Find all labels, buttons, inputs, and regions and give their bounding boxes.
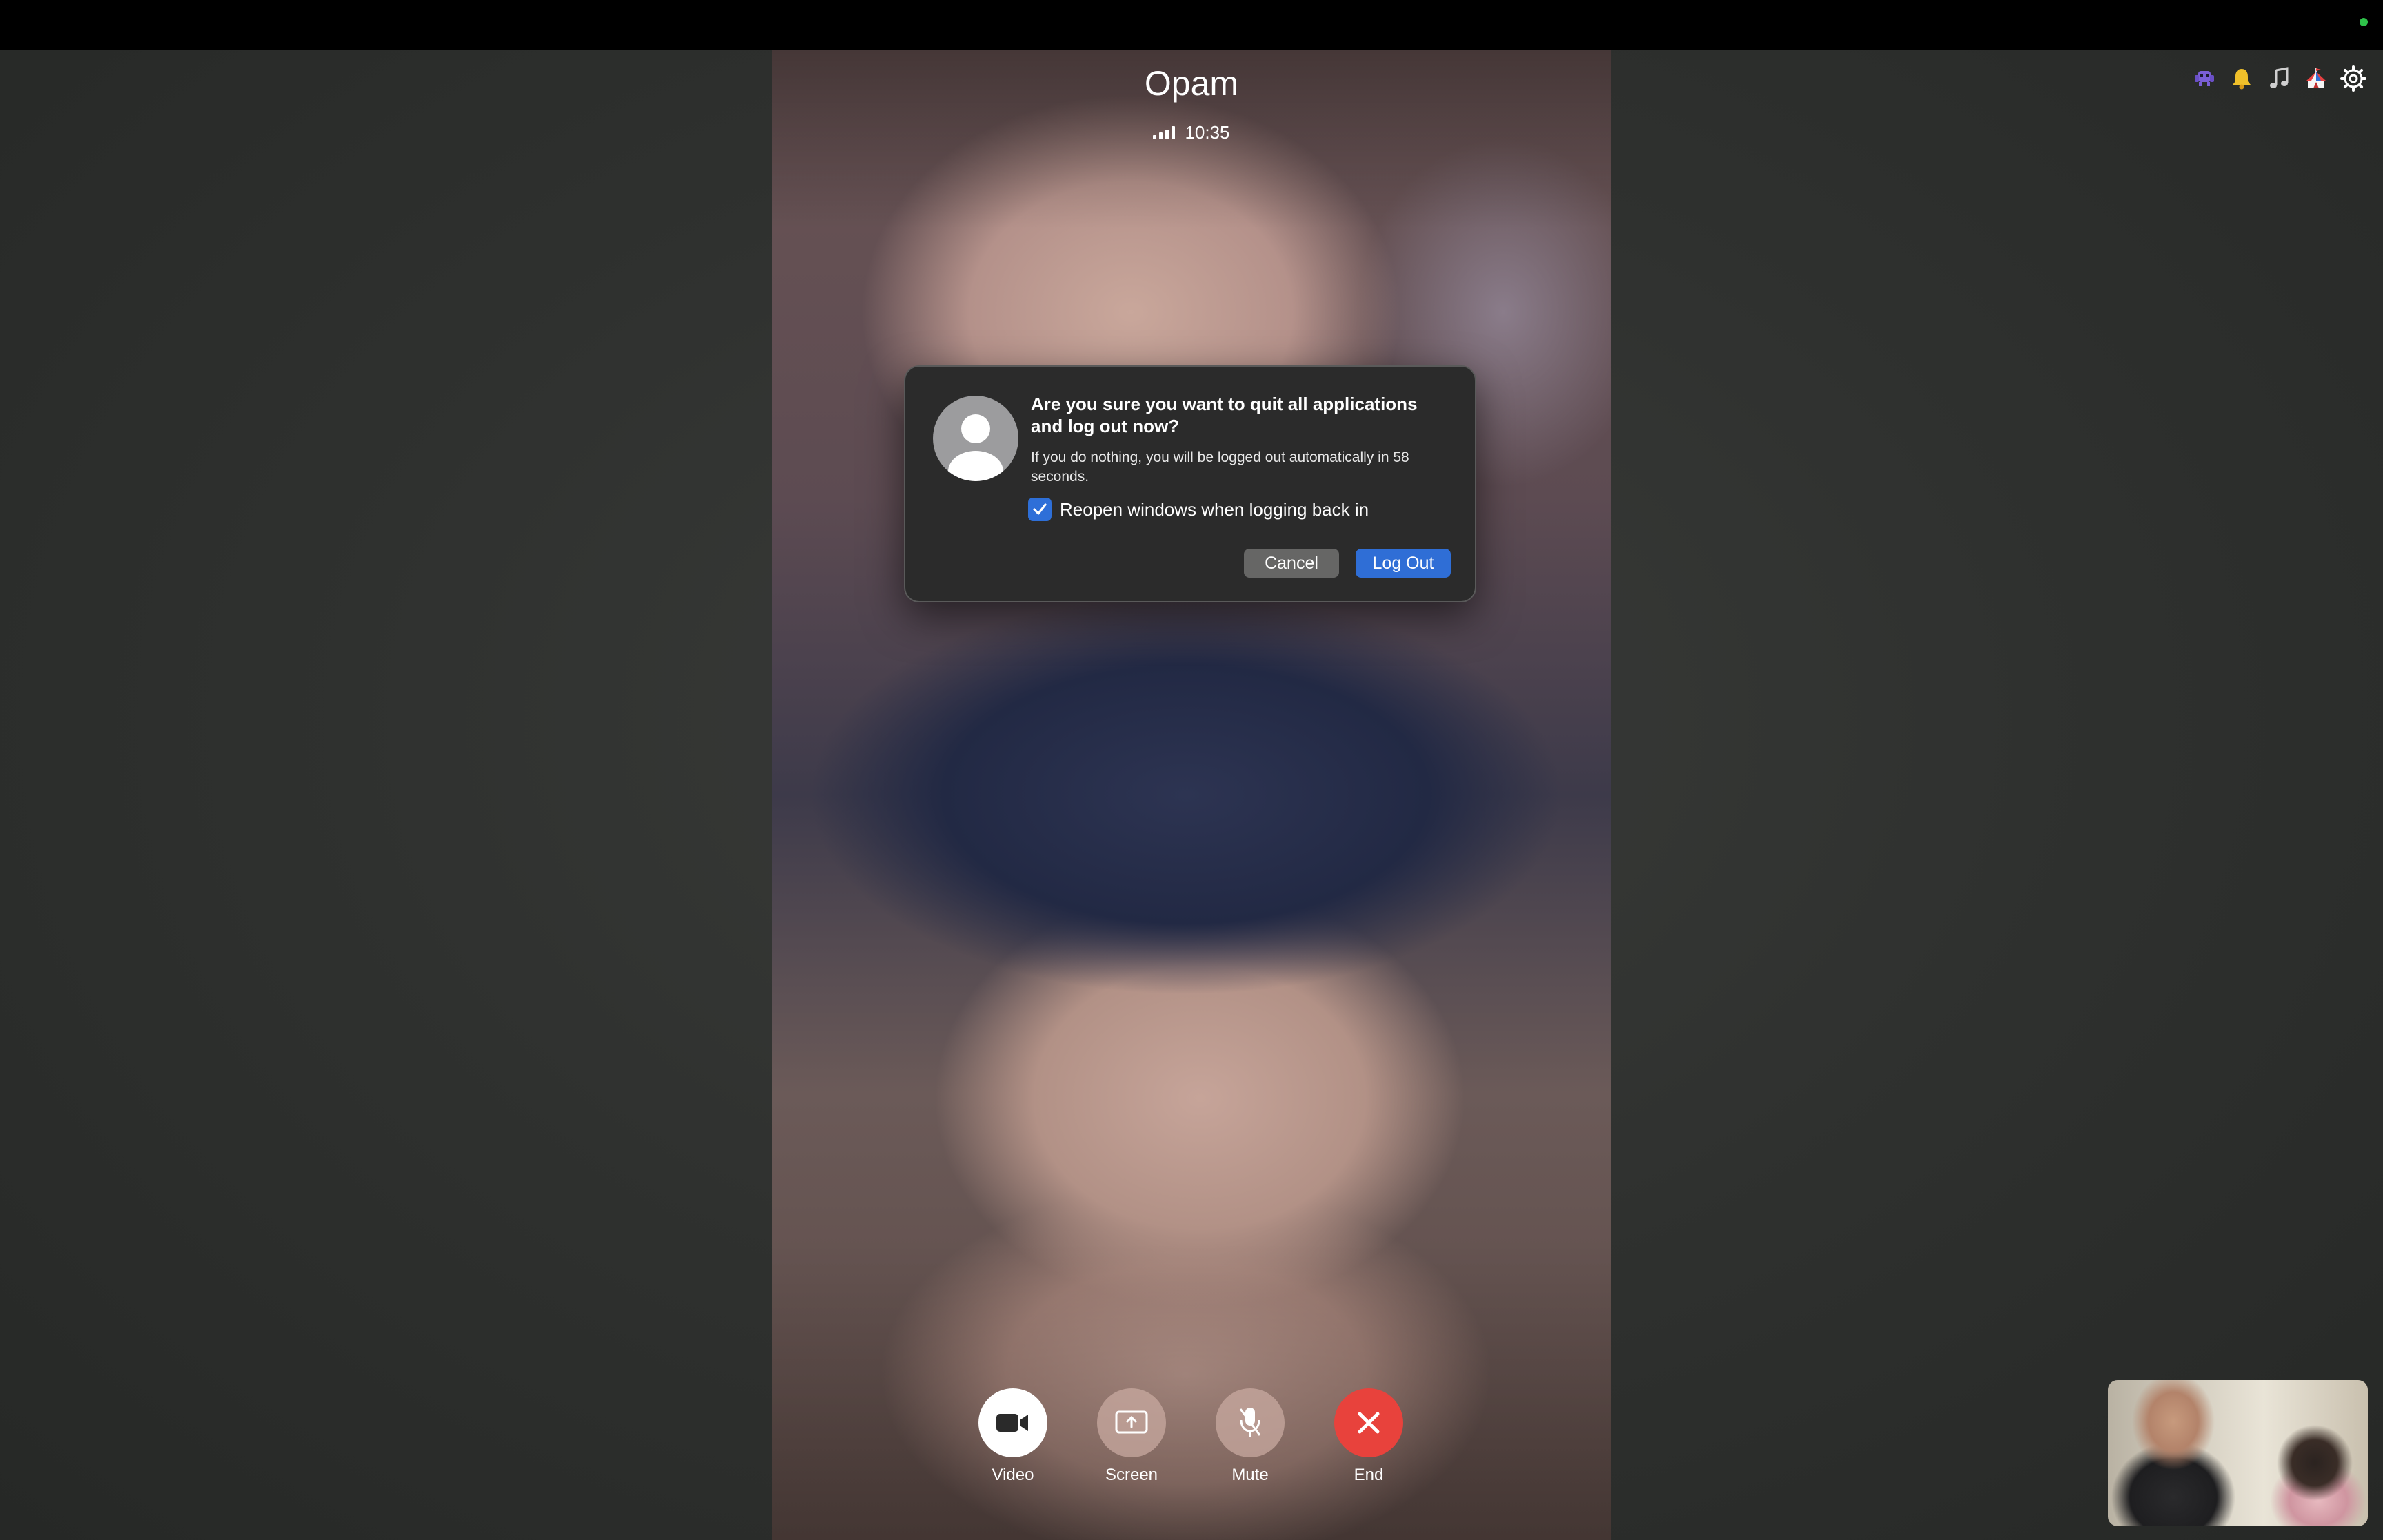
alien-icon[interactable] [2191,65,2218,92]
bell-icon[interactable] [2229,65,2255,92]
screen-share-icon[interactable] [1097,1388,1166,1457]
checkbox-checked-icon[interactable] [1028,498,1052,521]
remote-video-feed [772,50,1611,1540]
video-button[interactable]: Video [978,1388,1047,1485]
close-x-icon[interactable] [1334,1388,1403,1457]
end-call-button[interactable]: End [1334,1388,1403,1485]
end-label: End [1354,1466,1384,1484]
call-duration: 10:35 [1185,121,1230,143]
reopen-windows-checkbox[interactable]: Reopen windows when logging back in [1028,498,1369,521]
call-status: 10:35 [772,120,1611,145]
music-note-icon[interactable] [2266,65,2292,92]
screen-share-button[interactable]: Screen [1097,1388,1166,1485]
logout-confirmation-dialog: Are you sure you want to quit all applic… [904,365,1476,602]
self-view-thumbnail[interactable] [2108,1380,2368,1526]
screen-label: Screen [1105,1466,1158,1484]
dialog-title: Are you sure you want to quit all applic… [1031,394,1418,436]
user-avatar-icon [933,396,1018,481]
cancel-button[interactable]: Cancel [1244,549,1339,578]
gear-icon[interactable] [2340,65,2366,92]
caller-name: Opam [1144,64,1239,103]
log-out-button[interactable]: Log Out [1356,549,1451,578]
dialog-message: If you do nothing, you will be logged ou… [1031,449,1409,485]
microphone-slash-icon[interactable] [1216,1388,1285,1457]
mute-button[interactable]: Mute [1216,1388,1285,1485]
status-tray [2191,61,2366,97]
top-menu-bar [0,0,2383,50]
video-camera-icon[interactable] [978,1388,1047,1457]
reopen-windows-label: Reopen windows when logging back in [1060,498,1369,520]
call-controls: Video Screen Mute End [0,1388,2383,1492]
mute-label: Mute [1231,1466,1269,1484]
circus-tent-icon[interactable] [2303,65,2329,92]
video-label: Video [992,1466,1034,1484]
camera-active-indicator [2360,18,2368,26]
signal-strength-icon [1153,125,1176,139]
